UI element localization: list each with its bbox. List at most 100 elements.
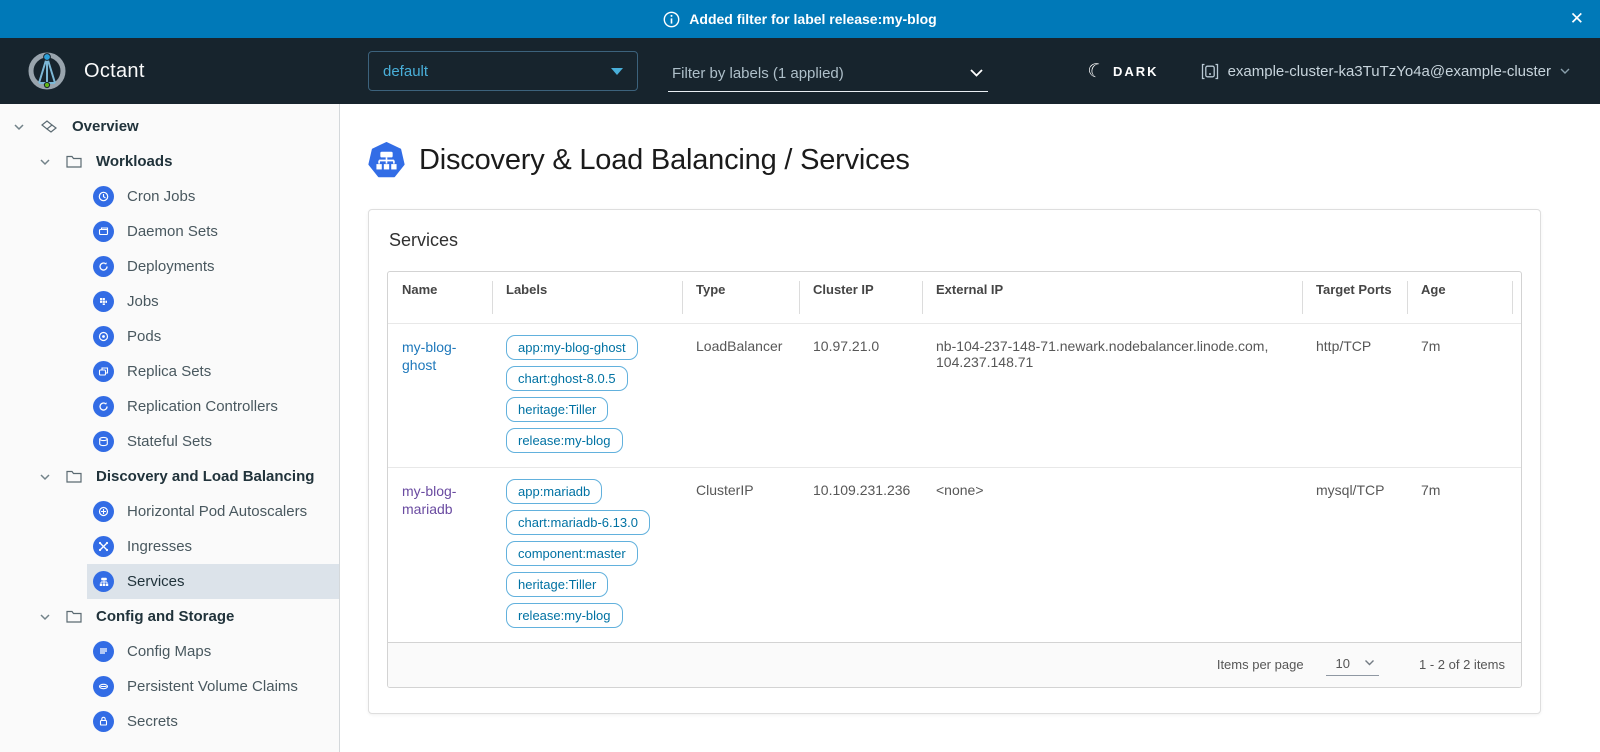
sidebar-item-label: Services [127,573,185,590]
sidebar-item-replica-sets[interactable]: Replica Sets [87,354,339,389]
cluster-selector[interactable]: example-cluster-ka3TuTzYo4a@example-clus… [1201,63,1570,80]
chevron-down-icon [969,68,984,78]
table-footer: Items per page 10 1 - 2 of 2 items [388,642,1521,687]
sidebar-item-label: Config Maps [127,643,211,660]
caret-down-icon [611,68,623,75]
service-heptagon-icon [368,142,405,179]
cronjobs-icon [93,186,114,207]
hpa-icon [93,501,114,522]
main-content: Discovery & Load Balancing / Services Se… [340,104,1600,752]
card-title: Services [387,228,1522,271]
label-pill[interactable]: component:master [506,541,638,566]
cell-type: ClusterIP [682,467,799,642]
sidebar-item-label: Horizontal Pod Autoscalers [127,503,307,520]
sidebar-group-config-and-storage[interactable]: Config and Storage [0,599,339,634]
column-header-target-ports[interactable]: Target Ports [1302,272,1407,323]
sidebar-item-services[interactable]: Services [87,564,339,599]
items-per-page-select[interactable]: 10 [1326,654,1379,676]
replication-controllers-icon [93,396,114,417]
services-icon [93,571,114,592]
sidebar-item-label: Replication Controllers [127,398,278,415]
label-pill[interactable]: heritage:Tiller [506,572,608,597]
pvc-icon [93,676,114,697]
namespace-value: default [383,63,428,80]
sidebar-item-label: Replica Sets [127,363,211,380]
label-pill[interactable]: release:my-blog [506,428,623,453]
column-header-labels[interactable]: Labels [492,272,682,323]
ingresses-icon [93,536,114,557]
label-pill[interactable]: release:my-blog [506,603,623,628]
brand: Octant [0,50,340,92]
cell-external-ip: <none> [922,467,1302,642]
service-link-my-blog-mariadb[interactable]: my-blog-mariadb [402,482,478,520]
statefulsets-icon [93,431,114,452]
sidebar-item-label: Persistent Volume Claims [127,678,298,695]
daemonsets-icon [93,221,114,242]
folder-icon [66,610,82,623]
overview-icon [40,119,58,135]
label-pill[interactable]: chart:ghost-8.0.5 [506,366,628,391]
label-pill[interactable]: heritage:Tiller [506,397,608,422]
label-filter-dropdown[interactable]: Filter by labels (1 applied) [668,65,988,92]
dark-theme-toggle[interactable]: ☾ DARK [1087,62,1159,81]
sidebar-item-stateful-sets[interactable]: Stateful Sets [87,424,339,459]
table-row: my-blog-ghost app:my-blog-ghost chart:gh… [388,323,1521,467]
namespace-select[interactable]: default [368,51,638,91]
sidebar-item-ingresses[interactable]: Ingresses [87,529,339,564]
sidebar-item-pods[interactable]: Pods [87,319,339,354]
label-filter-text: Filter by labels (1 applied) [672,65,844,82]
sidebar-item-secrets[interactable]: Secrets [87,704,339,739]
services-table: Name Labels Type Cluster IP External IP … [387,271,1522,688]
chevron-down-icon[interactable] [38,471,52,483]
cell-type: LoadBalancer [682,323,799,467]
label-pill[interactable]: app:my-blog-ghost [506,335,638,360]
label-pill[interactable]: app:mariadb [506,479,602,504]
sidebar-item-cron-jobs[interactable]: Cron Jobs [87,179,339,214]
moon-icon: ☾ [1085,60,1106,83]
sidebar-item-label: Stateful Sets [127,433,212,450]
table-row: my-blog-mariadb app:mariadb chart:mariad… [388,467,1521,642]
dark-label: DARK [1113,64,1159,79]
sidebar-group-workloads[interactable]: Workloads [0,144,339,179]
cell-age: 7m [1407,323,1512,467]
sidebar-group-label: Discovery and Load Balancing [96,468,314,485]
label-pill[interactable]: chart:mariadb-6.13.0 [506,510,650,535]
octant-logo-icon [26,50,68,92]
folder-icon [66,155,82,168]
sidebar-group-discovery-and-load-balancing[interactable]: Discovery and Load Balancing [0,459,339,494]
configmaps-icon [93,641,114,662]
chevron-down-icon [1364,659,1375,667]
sidebar-item-horizontal-pod-autoscalers[interactable]: Horizontal Pod Autoscalers [87,494,339,529]
sidebar-item-deployments[interactable]: Deployments [87,249,339,284]
column-header-cluster-ip[interactable]: Cluster IP [799,272,922,323]
service-link-my-blog-ghost[interactable]: my-blog-ghost [402,338,478,376]
column-header-age[interactable]: Age [1407,272,1512,323]
column-header-name[interactable]: Name [388,272,492,323]
app-header: Octant default Filter by labels (1 appli… [0,38,1600,104]
chevron-down-icon[interactable] [12,121,26,133]
sidebar-item-label: Secrets [127,713,178,730]
sidebar-item-label: Overview [72,118,139,135]
close-icon[interactable]: ✕ [1570,8,1584,30]
cluster-name: example-cluster-ka3TuTzYo4a@example-clus… [1228,63,1551,80]
pagination-range: 1 - 2 of 2 items [1419,657,1505,672]
sidebar-item-replication-controllers[interactable]: Replication Controllers [87,389,339,424]
sidebar-item-jobs[interactable]: Jobs [87,284,339,319]
sidebar-item-config-maps[interactable]: Config Maps [87,634,339,669]
sidebar-item-overview[interactable]: Overview [0,109,339,144]
sidebar-item-label: Deployments [127,258,215,275]
sidebar-item-daemon-sets[interactable]: Daemon Sets [87,214,339,249]
cell-target-ports: http/TCP [1302,323,1407,467]
pods-icon [93,326,114,347]
sidebar-group-label: Config and Storage [96,608,234,625]
chevron-down-icon[interactable] [38,611,52,623]
items-per-page-label: Items per page [1217,657,1304,672]
sidebar: Overview Workloads Cron Jobs Daemon Sets… [0,104,340,752]
cell-cluster-ip: 10.97.21.0 [799,323,922,467]
chevron-down-icon[interactable] [38,156,52,168]
column-header-type[interactable]: Type [682,272,799,323]
items-per-page-value: 10 [1336,656,1350,671]
notification-bar: Added filter for label release:my-blog ✕ [0,0,1600,38]
sidebar-item-persistent-volume-claims[interactable]: Persistent Volume Claims [87,669,339,704]
column-header-external-ip[interactable]: External IP [922,272,1302,323]
